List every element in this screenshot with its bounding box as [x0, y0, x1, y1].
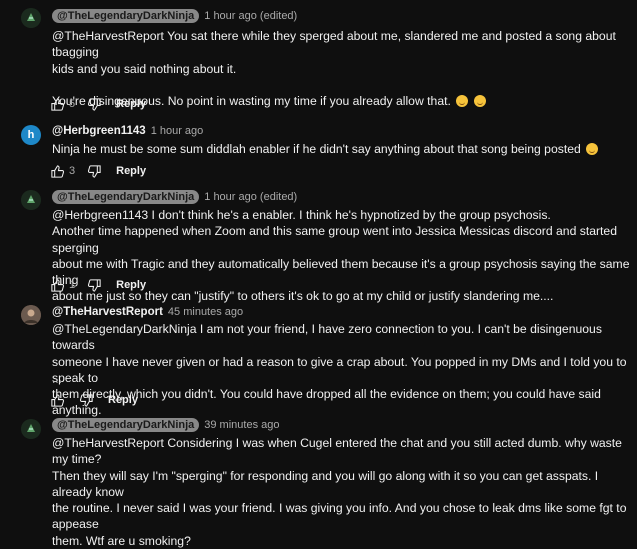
- ninja-avatar[interactable]: [21, 419, 41, 439]
- like-icon[interactable]: [50, 97, 65, 112]
- dislike-icon[interactable]: [79, 393, 94, 408]
- comment-actions: 5 Reply: [50, 95, 146, 113]
- comment-line: Then they will say I'm "sperging" for re…: [52, 468, 599, 499]
- comment-line: Ninja he must be some sum diddlah enable…: [52, 141, 632, 157]
- author-handle[interactable]: @Herbgreen1143: [52, 125, 146, 137]
- author-handle[interactable]: @TheHarvestReport: [52, 306, 163, 318]
- comment-actions: Reply: [50, 391, 138, 409]
- thinking-emoji-icon: [586, 143, 599, 155]
- reply-button[interactable]: Reply: [116, 98, 146, 110]
- comment-line: the routine. I never said I was your fri…: [52, 501, 627, 532]
- comment-2: h @Herbgreen1143 1 hour ago Ninja he mus…: [0, 118, 637, 184]
- like-icon[interactable]: [50, 278, 65, 293]
- dislike-icon[interactable]: [87, 278, 102, 293]
- reply-button[interactable]: Reply: [116, 279, 146, 291]
- comment-header: @TheLegendaryDarkNinja 1 hour ago (edite…: [52, 189, 297, 205]
- timestamp[interactable]: 39 minutes ago: [204, 419, 279, 431]
- comment-header: @TheHarvestReport 45 minutes ago: [52, 304, 243, 320]
- comment-line: someone I have never given or had a reas…: [52, 354, 627, 385]
- comment-header: @Herbgreen1143 1 hour ago: [52, 123, 203, 139]
- comment-line: Another time happened when Zoom and this…: [52, 224, 617, 255]
- timestamp[interactable]: 45 minutes ago: [168, 306, 243, 318]
- ninja-avatar[interactable]: [21, 8, 41, 28]
- comment-text: @TheHarvestReport Considering I was when…: [52, 435, 632, 549]
- timestamp[interactable]: 1 hour ago: [151, 125, 204, 137]
- comment-1: @TheLegendaryDarkNinja 1 hour ago (edite…: [0, 0, 637, 118]
- comment-header: @TheLegendaryDarkNinja 1 hour ago (edite…: [52, 8, 297, 24]
- dislike-icon[interactable]: [87, 97, 102, 112]
- read-more-ellipsis[interactable]: ...: [52, 372, 62, 386]
- reply-button[interactable]: Reply: [116, 165, 146, 177]
- comment-line: them. Wtf are u smoking?: [52, 533, 191, 548]
- like-icon[interactable]: [50, 164, 65, 179]
- author-handle[interactable]: @TheLegendaryDarkNinja: [52, 190, 200, 204]
- comment-line: @TheHarvestReport You sat there while th…: [52, 29, 616, 60]
- author-handle[interactable]: @TheLegendaryDarkNinja: [52, 9, 200, 23]
- comment-text: @TheLegendaryDarkNinja I am not your fri…: [52, 321, 632, 419]
- comment-text: Ninja he must be some sum diddlah enable…: [52, 141, 632, 157]
- comment-header: @TheLegendaryDarkNinja 39 minutes ago: [52, 417, 279, 433]
- like-count: 1: [69, 279, 76, 291]
- comment-line: @TheLegendaryDarkNinja I am not your fri…: [52, 322, 602, 353]
- laugh-emoji-icon: [456, 94, 469, 107]
- reply-button[interactable]: Reply: [108, 394, 138, 406]
- dislike-icon[interactable]: [87, 164, 102, 179]
- laugh-emoji-icon: [473, 94, 486, 107]
- comment-line: @TheHarvestReport Considering I was when…: [52, 436, 622, 467]
- comment-3: @TheLegendaryDarkNinja 1 hour ago (edite…: [0, 184, 637, 303]
- like-icon[interactable]: [50, 393, 65, 408]
- comment-line: @Herbgreen1143 I don't think he's a enab…: [52, 208, 551, 222]
- comment-actions: 1 Reply: [50, 276, 146, 294]
- comment-4: @TheHarvestReport 45 minutes ago @TheLeg…: [0, 297, 637, 417]
- comment-line: kids and you said nothing about it.: [52, 61, 237, 76]
- like-count: 3: [69, 165, 76, 177]
- avatar[interactable]: h: [21, 125, 41, 145]
- like-count: 5: [69, 98, 76, 110]
- comment-line: them directly, which you didn't. You cou…: [52, 387, 601, 418]
- timestamp[interactable]: 1 hour ago (edited): [204, 191, 297, 203]
- comment-actions: 3 Reply: [50, 162, 146, 180]
- comment-5: @TheLegendaryDarkNinja 39 minutes ago @T…: [0, 415, 637, 548]
- timestamp[interactable]: 1 hour ago (edited): [204, 10, 297, 22]
- author-handle[interactable]: @TheLegendaryDarkNinja: [52, 418, 200, 432]
- ninja-avatar[interactable]: [21, 190, 41, 210]
- avatar[interactable]: [21, 305, 41, 325]
